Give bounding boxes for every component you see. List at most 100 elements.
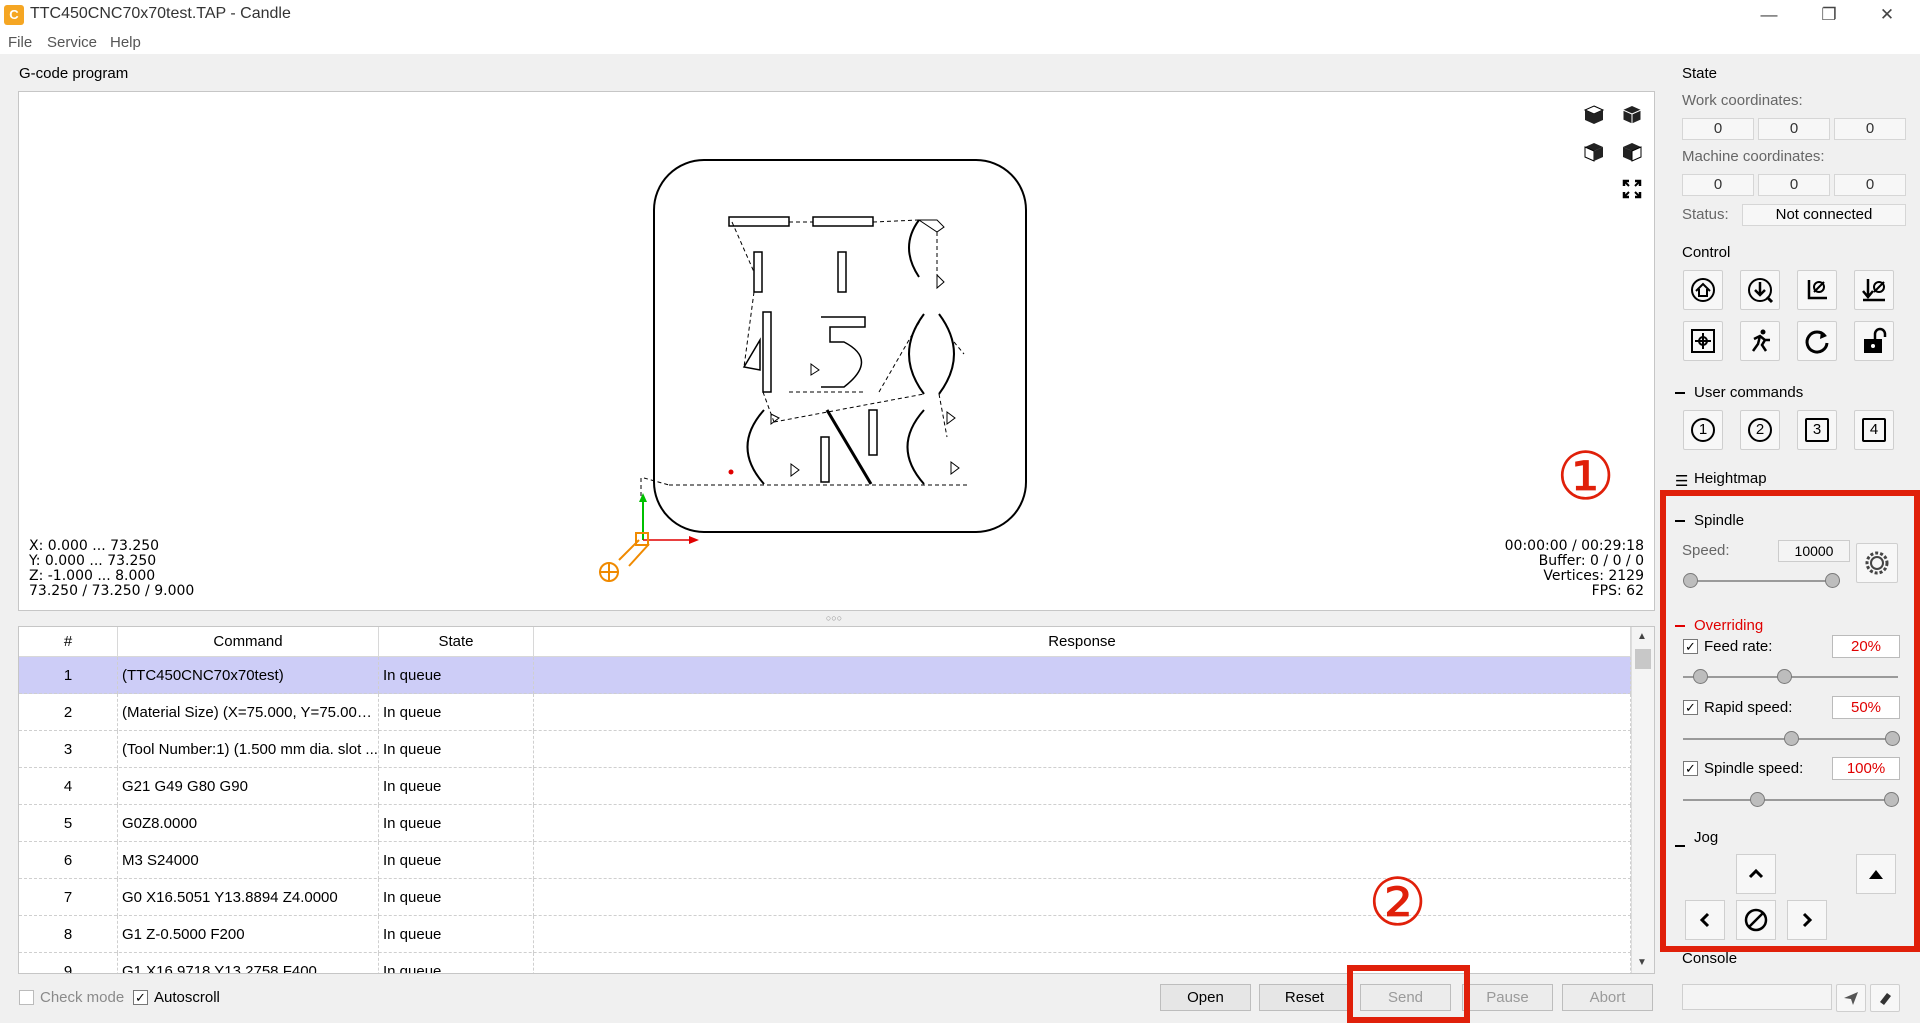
table-row[interactable]: 4 G21 G49 G80 G90 In queue (19, 768, 1631, 805)
scroll-down-icon[interactable]: ▼ (1637, 957, 1647, 968)
table-row[interactable]: 2 (Material Size) (X=75.000, Y=75.000, ..… (19, 694, 1631, 731)
close-icon[interactable]: ✕ (1864, 0, 1910, 30)
annotation-marker-2: ② (1368, 864, 1428, 941)
menu-help[interactable]: Help (110, 34, 141, 51)
user-command-label: 4 (1862, 418, 1886, 442)
view-isometric-icon[interactable] (1617, 137, 1647, 167)
candle-app-icon: C (4, 5, 24, 25)
zero-xy-button[interactable] (1797, 270, 1837, 310)
pause-button[interactable]: Pause (1462, 984, 1553, 1011)
menu-service[interactable]: Service (47, 34, 97, 51)
scroll-thumb[interactable] (1635, 649, 1651, 669)
work-x-field: 0 (1682, 118, 1754, 140)
user-command-button-3[interactable]: 3 (1797, 410, 1837, 450)
machine-y-field: 0 (1758, 174, 1830, 196)
cell-command: G21 G49 G80 G90 (118, 768, 379, 805)
minimize-icon[interactable]: — (1746, 0, 1792, 30)
cell-command: G1 Z-0.5000 F200 (118, 916, 379, 953)
scroll-up-icon[interactable]: ▲ (1637, 631, 1647, 642)
menu-file[interactable]: File (8, 34, 32, 51)
collapse-user-commands-icon[interactable] (1675, 392, 1685, 394)
cell-state: In queue (379, 657, 534, 694)
autoscroll-label: Autoscroll (154, 989, 220, 1006)
home-icon (1691, 278, 1715, 302)
user-commands-title[interactable]: User commands (1694, 384, 1803, 401)
cell-response (534, 879, 1631, 916)
cell-num: 1 (19, 657, 118, 694)
home-button[interactable] (1683, 270, 1723, 310)
autoscroll-checkbox[interactable]: ✓ (133, 990, 148, 1005)
table-row[interactable]: 3 (Tool Number:1) (1.500 mm dia. slot ...… (19, 731, 1631, 768)
machine-z-field: 0 (1834, 174, 1906, 196)
open-button[interactable]: Open (1160, 984, 1251, 1011)
splitter-handle[interactable]: ○○○ (822, 614, 846, 623)
col-header-command[interactable]: Command (118, 627, 379, 657)
cell-num: 5 (19, 805, 118, 842)
col-header-num[interactable]: # (19, 627, 118, 657)
highlight-box-send (1347, 965, 1470, 1023)
reset-button[interactable]: Reset (1259, 984, 1350, 1011)
vertices-count: Vertices: 2129 (1543, 568, 1644, 584)
menu-bar (0, 30, 1920, 54)
cell-state: In queue (379, 879, 534, 916)
table-scrollbar[interactable]: ▲ ▼ (1631, 627, 1654, 973)
console-send-button[interactable] (1836, 984, 1866, 1012)
machine-coordinates-label: Machine coordinates: (1682, 148, 1825, 165)
bounds-size: 73.250 / 73.250 / 9.000 (29, 583, 195, 599)
cell-state: In queue (379, 916, 534, 953)
probe-icon (1748, 278, 1774, 304)
cell-state: In queue (379, 805, 534, 842)
bounds-z: Z: -1.000 ... 8.000 (29, 568, 156, 584)
reset-icon (1805, 330, 1829, 354)
gcode-viewport[interactable]: X: 0.000 ... 73.250 Y: 0.000 ... 73.250 … (18, 91, 1655, 611)
check-mode-label: Check mode (40, 989, 125, 1006)
view-left-icon[interactable] (1579, 137, 1609, 167)
gcode-program-title: G-code program (19, 65, 129, 82)
cell-state: In queue (379, 731, 534, 768)
unlock-button[interactable] (1854, 321, 1894, 361)
check-mode-checkbox[interactable] (19, 990, 34, 1005)
zero-z-icon (1862, 279, 1885, 302)
restore-origin-icon (1691, 329, 1715, 353)
window-title: TTC450CNC70x70test.TAP - Candle (30, 5, 291, 22)
probe-button[interactable] (1740, 270, 1780, 310)
safe-position-button[interactable] (1740, 321, 1780, 361)
user-command-button-1[interactable]: 1 (1683, 410, 1723, 450)
abort-button[interactable]: Abort (1562, 984, 1653, 1011)
user-command-button-4[interactable]: 4 (1854, 410, 1894, 450)
cell-state: In queue (379, 768, 534, 805)
send-arrow-icon (1844, 992, 1858, 1005)
eraser-icon (1880, 993, 1891, 1005)
cell-response (534, 916, 1631, 953)
table-row[interactable]: 5 G0Z8.0000 In queue (19, 805, 1631, 842)
col-header-response[interactable]: Response (534, 627, 1631, 657)
cell-response (534, 694, 1631, 731)
safe-position-icon (1751, 329, 1770, 352)
annotation-marker-1: ① (1556, 438, 1616, 515)
status-label: Status: (1682, 206, 1729, 223)
view-top-icon[interactable] (1579, 100, 1609, 130)
cell-num: 3 (19, 731, 118, 768)
table-row[interactable]: 1 (TTC450CNC70x70test) In queue (19, 657, 1631, 694)
cell-state: In queue (379, 842, 534, 879)
col-header-state[interactable]: State (379, 627, 534, 657)
user-command-button-2[interactable]: 2 (1740, 410, 1780, 450)
machine-x-field: 0 (1682, 174, 1754, 196)
cell-state: In queue (379, 694, 534, 731)
restore-icon[interactable]: ❐ (1806, 0, 1852, 30)
reset-button[interactable] (1797, 321, 1837, 361)
cell-command: (Material Size) (X=75.000, Y=75.000, ... (118, 694, 379, 731)
fit-view-icon[interactable] (1617, 174, 1647, 204)
restore-origin-button[interactable] (1683, 321, 1723, 361)
heightmap-menu-icon[interactable]: ☰ (1675, 472, 1688, 490)
view-front-icon[interactable] (1617, 100, 1647, 130)
console-clear-button[interactable] (1870, 984, 1900, 1012)
title-bar: C TTC450CNC70x70test.TAP - Candle — ❐ ✕ (0, 0, 1920, 30)
cell-num: 8 (19, 916, 118, 953)
work-coordinates-label: Work coordinates: (1682, 92, 1803, 109)
heightmap-title[interactable]: Heightmap (1694, 470, 1767, 487)
zero-z-button[interactable] (1854, 270, 1894, 310)
status-value: Not connected (1742, 204, 1906, 226)
console-input[interactable] (1682, 984, 1832, 1010)
fps-counter: FPS: 62 (1591, 583, 1644, 599)
